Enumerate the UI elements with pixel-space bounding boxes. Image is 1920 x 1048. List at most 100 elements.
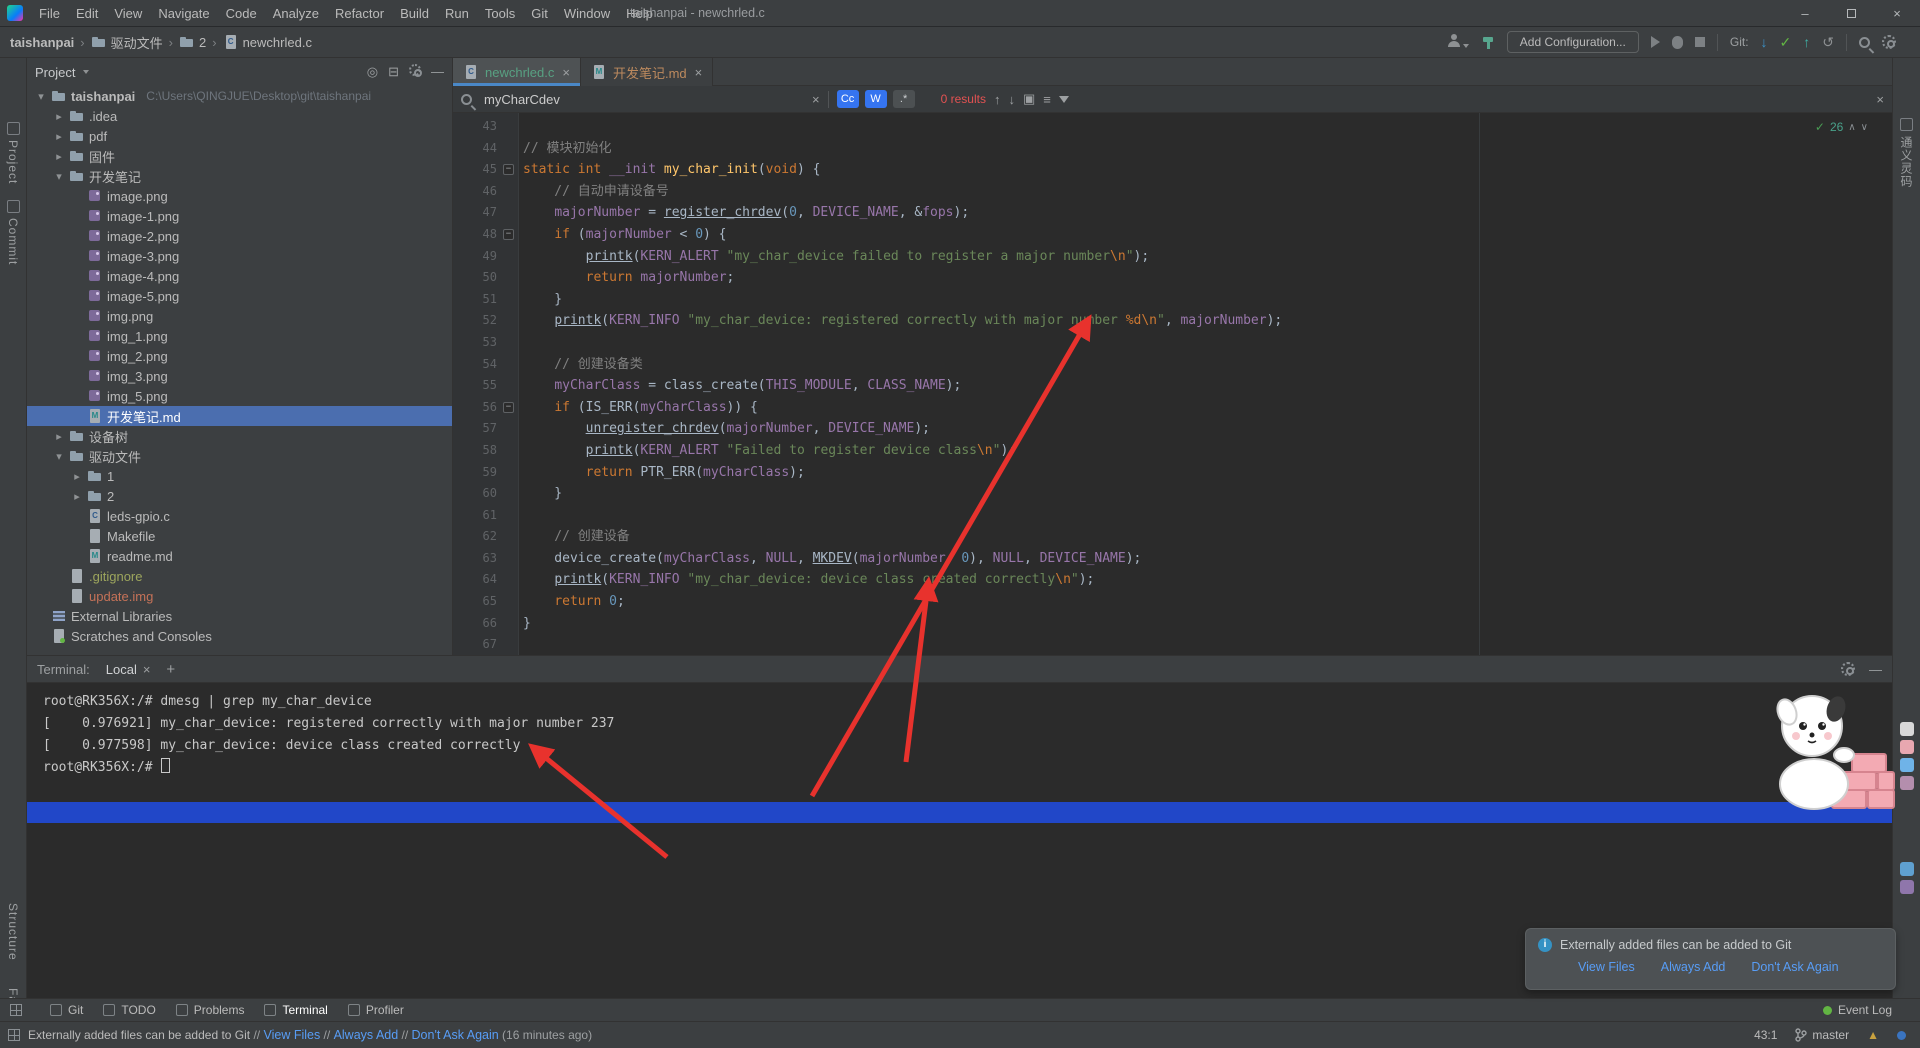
clear-search-icon[interactable]: ×: [812, 92, 820, 107]
code-line-45[interactable]: 45−static int __init my_char_init(void) …: [453, 159, 1892, 181]
menu-git[interactable]: Git: [523, 0, 556, 27]
stripe-tab-project[interactable]: Project: [0, 122, 26, 184]
new-terminal-tab-icon[interactable]: +: [166, 661, 175, 678]
close-button[interactable]: ×: [1874, 0, 1920, 27]
tree-item-img_5.png[interactable]: img_5.png: [27, 386, 452, 406]
toolwindow-switcher-icon[interactable]: [10, 1004, 22, 1016]
code-line-59[interactable]: 59 return PTR_ERR(myCharClass);: [453, 462, 1892, 484]
code-line-50[interactable]: 50 return majorNumber;: [453, 267, 1892, 289]
code-line-53[interactable]: 53: [453, 332, 1892, 354]
debug-button[interactable]: [1672, 36, 1683, 49]
fold-marker-icon[interactable]: −: [503, 402, 514, 413]
menu-view[interactable]: View: [106, 0, 150, 27]
next-problem-icon[interactable]: ∨: [1861, 122, 1868, 133]
tree-item-image.png[interactable]: image.png: [27, 186, 452, 206]
search-filter-funnel-icon[interactable]: [1059, 96, 1069, 103]
search-input[interactable]: myCharCdev: [484, 92, 804, 107]
tree-collapse-arrow[interactable]: ▾: [35, 90, 47, 103]
add-configuration-button[interactable]: Add Configuration...: [1507, 31, 1639, 53]
code-line-62[interactable]: 62 // 创建设备: [453, 526, 1892, 548]
indicator-dot-icon[interactable]: [1897, 1031, 1906, 1040]
code-line-43[interactable]: 43: [453, 116, 1892, 138]
run-button[interactable]: [1651, 36, 1660, 48]
maximize-button[interactable]: [1828, 0, 1874, 27]
menu-analyze[interactable]: Analyze: [265, 0, 327, 27]
code-line-52[interactable]: 52 printk(KERN_INFO "my_char_device: reg…: [453, 310, 1892, 332]
menu-code[interactable]: Code: [218, 0, 265, 27]
git-notification-balloon[interactable]: i Externally added files can be added to…: [1525, 928, 1896, 990]
plugin-icon[interactable]: [1900, 740, 1914, 754]
code-line-58[interactable]: 58 printk(KERN_ALERT "Failed to register…: [453, 440, 1892, 462]
tree-item-1[interactable]: ▸1: [27, 466, 452, 486]
caret-position[interactable]: 43:1: [1754, 1028, 1777, 1042]
status-link-view-files[interactable]: View Files: [263, 1028, 320, 1042]
tree-expand-arrow[interactable]: ▸: [53, 430, 65, 443]
git-commit-icon[interactable]: ✓: [1780, 34, 1792, 50]
fold-marker-icon[interactable]: −: [503, 164, 514, 175]
tree-item-.idea[interactable]: ▸.idea: [27, 106, 452, 126]
tree-collapse-arrow[interactable]: ▾: [53, 170, 65, 183]
tree-item-pdf[interactable]: ▸pdf: [27, 126, 452, 146]
stripe-tab-commit[interactable]: Commit: [0, 200, 26, 265]
close-tab-icon[interactable]: ×: [562, 65, 570, 80]
tree-item-image-5.png[interactable]: image-5.png: [27, 286, 452, 306]
close-terminal-tab-icon[interactable]: ×: [143, 662, 151, 677]
git-push-icon[interactable]: ↑: [1803, 34, 1810, 50]
plugin-icon[interactable]: [1900, 862, 1914, 876]
status-bar-icon[interactable]: [8, 1029, 20, 1041]
tree-item-img_3.png[interactable]: img_3.png: [27, 366, 452, 386]
code-line-66[interactable]: 66}: [453, 613, 1892, 635]
menu-window[interactable]: Window: [556, 0, 618, 27]
tree-item-设备树[interactable]: ▸设备树: [27, 426, 452, 446]
close-tab-icon[interactable]: ×: [695, 65, 703, 80]
code-line-56[interactable]: 56− if (IS_ERR(myCharClass)) {: [453, 397, 1892, 419]
minimize-terminal-icon[interactable]: —: [1869, 662, 1882, 677]
stop-button[interactable]: [1695, 37, 1705, 47]
previous-occurrence-icon[interactable]: ↑: [994, 92, 1001, 107]
toolwindow-button-profiler[interactable]: Profiler: [348, 1003, 404, 1017]
code-line-44[interactable]: 44// 模块初始化: [453, 138, 1892, 160]
tree-expand-arrow[interactable]: ▸: [71, 470, 83, 483]
tree-item-2[interactable]: ▸2: [27, 486, 452, 506]
notification-link-don-t-ask-again[interactable]: Don't Ask Again: [1751, 960, 1838, 974]
close-find-bar-icon[interactable]: ×: [1876, 92, 1884, 107]
toolwindow-button-todo[interactable]: TODO: [103, 1003, 155, 1017]
editor-tab-newchrled.c[interactable]: newchrled.c×: [453, 58, 581, 86]
git-branch-widget[interactable]: master: [1795, 1028, 1849, 1042]
menu-refactor[interactable]: Refactor: [327, 0, 392, 27]
stripe-tab-structure[interactable]: Structure: [0, 903, 26, 961]
editor-tab-开发笔记.md[interactable]: 开发笔记.md×: [581, 58, 713, 86]
code-line-65[interactable]: 65 return 0;: [453, 591, 1892, 613]
code-line-47[interactable]: 47 majorNumber = register_chrdev(0, DEVI…: [453, 202, 1892, 224]
code-line-60[interactable]: 60 }: [453, 483, 1892, 505]
settings-gear-icon[interactable]: [1882, 35, 1896, 49]
tree-item-image-2.png[interactable]: image-2.png: [27, 226, 452, 246]
tree-item-驱动文件[interactable]: ▾驱动文件: [27, 446, 452, 466]
plugin-icon[interactable]: [1900, 776, 1914, 790]
code-line-49[interactable]: 49 printk(KERN_ALERT "my_char_device fai…: [453, 246, 1892, 268]
search-toggle-W[interactable]: W: [865, 90, 887, 108]
user-account-icon[interactable]: [1447, 34, 1469, 51]
tree-item-image-3.png[interactable]: image-3.png: [27, 246, 452, 266]
tree-expand-arrow[interactable]: ▸: [71, 490, 83, 503]
breadcrumb-item[interactable]: taishanpai: [10, 35, 74, 50]
search-toggle-Cc[interactable]: Cc: [837, 90, 859, 108]
tree-item-taishanpai[interactable]: ▾taishanpaiC:\Users\QINGJUE\Desktop\git\…: [27, 86, 452, 106]
menu-navigate[interactable]: Navigate: [150, 0, 217, 27]
editor-area[interactable]: newchrled.c×开发笔记.md× myCharCdev × CcW.* …: [453, 58, 1892, 655]
panel-settings-gear-icon[interactable]: [409, 64, 421, 76]
toolwindow-button-git[interactable]: Git: [50, 1003, 83, 1017]
next-occurrence-icon[interactable]: ↓: [1008, 92, 1015, 107]
menu-tools[interactable]: Tools: [477, 0, 523, 27]
event-log-button[interactable]: Event Log: [1823, 1003, 1910, 1017]
code-line-57[interactable]: 57 unregister_chrdev(majorNumber, DEVICE…: [453, 418, 1892, 440]
previous-problem-icon[interactable]: ∧: [1848, 122, 1855, 133]
status-link-don-t-ask-again[interactable]: Don't Ask Again: [412, 1028, 499, 1042]
menu-run[interactable]: Run: [437, 0, 477, 27]
locate-file-icon[interactable]: ◎: [367, 64, 378, 80]
hide-panel-icon[interactable]: —: [431, 64, 444, 80]
tree-expand-arrow[interactable]: ▸: [53, 130, 65, 143]
tree-item-开发笔记.md[interactable]: 开发笔记.md: [27, 406, 452, 426]
tree-item-Scratches and Consoles[interactable]: Scratches and Consoles: [27, 626, 452, 646]
plugin-icon[interactable]: [1900, 880, 1914, 894]
